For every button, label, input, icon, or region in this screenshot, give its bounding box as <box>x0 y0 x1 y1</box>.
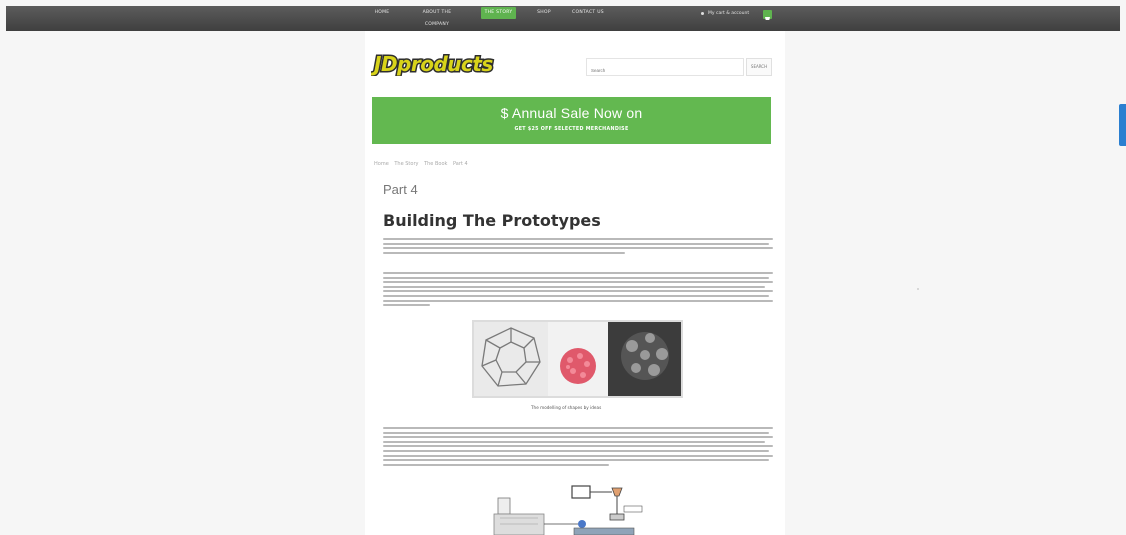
cart-icon[interactable] <box>763 10 772 20</box>
nav-item-story[interactable]: THE STORY <box>481 7 516 19</box>
breadcrumb-home[interactable]: Home <box>374 161 389 167</box>
search-button[interactable]: SEARCH <box>746 58 772 76</box>
breadcrumb-book[interactable]: The Book <box>424 161 447 167</box>
breadcrumb: Home The Story The Book Part 4 <box>374 161 472 167</box>
nav-item-home[interactable]: HOME <box>371 7 393 19</box>
account-icon[interactable] <box>701 12 704 15</box>
page-heading: Building The Prototypes <box>383 211 601 230</box>
sale-banner[interactable]: $ Annual Sale Now on GET $25 OFF SELECTE… <box>372 97 771 144</box>
nav-item-shop[interactable]: SHOP <box>535 7 553 19</box>
search-field[interactable] <box>586 58 744 79</box>
account-link[interactable]: My cart & account <box>708 11 749 16</box>
prototype-figure <box>472 320 683 398</box>
banner-title: $ Annual Sale Now on <box>500 105 643 121</box>
figure-caption: The modelling of shapes by ideas <box>531 405 602 410</box>
article-paragraph-2 <box>383 272 773 309</box>
part-title: Part 4 <box>383 182 418 197</box>
banner-subtitle: GET $25 OFF SELECTED MERCHANDISE <box>514 127 629 132</box>
logo-text: JDproducts <box>371 52 493 76</box>
feedback-side-tab[interactable] <box>1119 104 1126 146</box>
cart-glyph-icon <box>765 17 770 20</box>
article-paragraph-1 <box>383 238 773 256</box>
nav-item-about[interactable]: ABOUT THE COMPANY <box>411 7 463 27</box>
breadcrumb-current: Part 4 <box>453 161 468 167</box>
breadcrumb-story[interactable]: The Story <box>394 161 418 167</box>
search-input[interactable] <box>587 62 743 79</box>
top-nav-bar <box>6 6 1120 31</box>
nav-item-contact[interactable]: CONTACT US <box>571 7 605 19</box>
process-diagram <box>490 484 650 535</box>
background-speck <box>917 288 919 290</box>
article-paragraph-3 <box>383 427 773 468</box>
site-logo[interactable]: JDproducts JDproducts <box>369 51 505 78</box>
